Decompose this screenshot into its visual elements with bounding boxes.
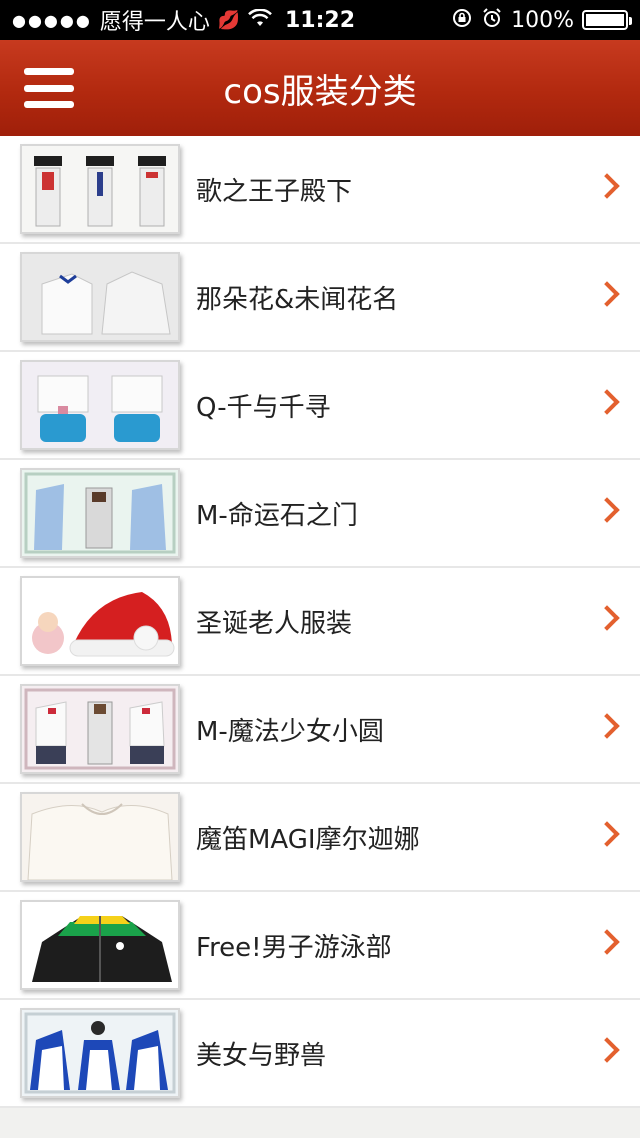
chevron-right-icon: [594, 1037, 620, 1063]
costume-thumbnail: [20, 144, 180, 234]
category-label: 魔笛MAGI摩尔迦娜: [196, 824, 420, 855]
status-bar: ●●●●● 愿得一人心 💋 11:22 100%: [0, 0, 640, 40]
battery-icon: [582, 10, 632, 30]
costume-thumbnail: [20, 1008, 180, 1098]
list-item[interactable]: Q-千与千寻: [0, 352, 640, 460]
list-item[interactable]: 那朵花&未闻花名: [0, 244, 640, 352]
chevron-right-icon: [594, 173, 620, 199]
category-label: 那朵花&未闻花名: [196, 284, 399, 315]
category-label: M-命运石之门: [196, 500, 358, 531]
list-item[interactable]: 魔笛MAGI摩尔迦娜: [0, 784, 640, 892]
list-item[interactable]: M-魔法少女小圆: [0, 676, 640, 784]
costume-thumbnail: [20, 360, 180, 450]
category-label: Free!男子游泳部: [196, 932, 392, 963]
costume-thumbnail: [20, 252, 180, 342]
chevron-right-icon: [594, 605, 620, 631]
list-item[interactable]: 歌之王子殿下: [0, 136, 640, 244]
lips-icon: 💋: [217, 9, 241, 31]
list-footer: [0, 1108, 640, 1138]
page-title: cos服装分类: [223, 71, 417, 112]
category-label: Q-千与千寻: [196, 392, 331, 423]
carrier-name: 愿得一人心: [99, 10, 210, 35]
wifi-icon: [248, 8, 273, 32]
alarm-icon: [481, 7, 503, 34]
list-item[interactable]: 圣诞老人服装: [0, 568, 640, 676]
chevron-right-icon: [594, 929, 620, 955]
signal-strength-icon: ●●●●●: [12, 10, 92, 30]
category-label: M-魔法少女小圆: [196, 716, 384, 747]
category-list: 歌之王子殿下 那朵花&未闻花名 Q-千与千寻 M-命运石之门 圣诞老人服装 M-…: [0, 136, 640, 1108]
list-item[interactable]: 美女与野兽: [0, 1000, 640, 1108]
chevron-right-icon: [594, 821, 620, 847]
costume-thumbnail: [20, 468, 180, 558]
chevron-right-icon: [594, 389, 620, 415]
costume-thumbnail: [20, 900, 180, 990]
category-label: 圣诞老人服装: [196, 608, 353, 639]
list-item[interactable]: M-命运石之门: [0, 460, 640, 568]
costume-thumbnail: [20, 792, 180, 882]
costume-thumbnail: [20, 684, 180, 774]
battery-percent: 100%: [511, 7, 574, 33]
navigation-bar: cos服装分类: [0, 40, 640, 136]
rotation-lock-icon: [451, 7, 473, 34]
category-label: 美女与野兽: [196, 1040, 327, 1071]
chevron-right-icon: [594, 713, 620, 739]
chevron-right-icon: [594, 497, 620, 523]
hamburger-menu-icon[interactable]: [24, 68, 74, 108]
list-item[interactable]: Free!男子游泳部: [0, 892, 640, 1000]
costume-thumbnail: [20, 576, 180, 666]
chevron-right-icon: [594, 281, 620, 307]
category-label: 歌之王子殿下: [196, 176, 353, 207]
